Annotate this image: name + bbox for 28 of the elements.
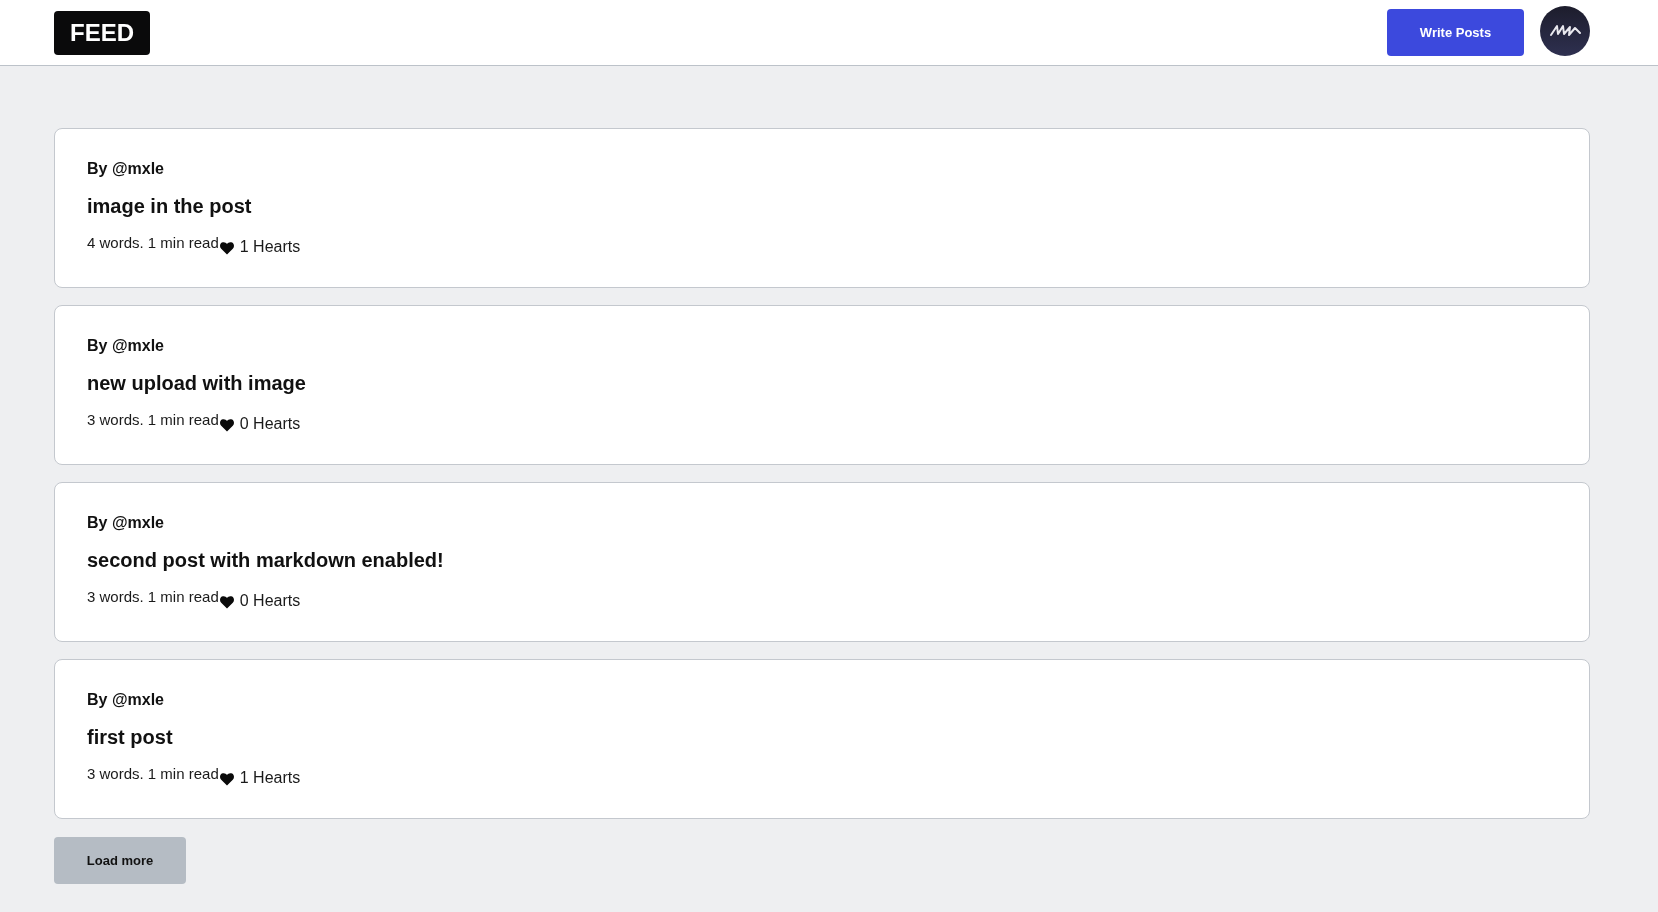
post-card[interactable]: By @mxle first post 3 words. 1 min read 1 Hearts — [54, 659, 1590, 819]
hearts-count: 1 Hearts — [239, 237, 301, 257]
load-more-button[interactable]: Load more — [54, 837, 186, 884]
post-author: By @mxle — [87, 336, 164, 356]
hearts-count: 1 Hearts — [239, 768, 301, 788]
avatar[interactable] — [1540, 6, 1590, 56]
hearts-count: 0 Hearts — [239, 591, 301, 611]
post-title: image in the post — [87, 194, 252, 218]
hearts-count: 0 Hearts — [239, 414, 301, 434]
post-author: By @mxle — [87, 159, 164, 179]
post-author: By @mxle — [87, 513, 164, 533]
post-card[interactable]: By @mxle new upload with image 3 words. 1 min read 0 Hearts — [54, 305, 1590, 465]
post-card[interactable]: By @mxle image in the post 4 words. 1 min read 1 Hearts — [54, 128, 1590, 288]
feed-logo[interactable]: FEED — [54, 10, 150, 55]
heart-icon — [219, 242, 234, 255]
heart-icon — [219, 596, 234, 609]
write-posts-button[interactable]: Write Posts — [1387, 9, 1524, 56]
post-author: By @mxle — [87, 690, 164, 710]
post-card[interactable]: By @mxle second post with markdown enabled! 3 words. 1 min read 0 Hearts — [54, 482, 1590, 642]
heart-icon — [219, 773, 234, 786]
post-reading-info: 4 words. 1 min read — [87, 233, 219, 253]
post-reading-info: 3 words. 1 min read — [87, 587, 219, 607]
post-title: first post — [87, 725, 173, 749]
post-reading-info: 3 words. 1 min read — [87, 410, 219, 430]
post-title: new upload with image — [87, 371, 306, 395]
post-reading-info: 3 words. 1 min read — [87, 764, 219, 784]
heart-icon — [219, 419, 234, 432]
post-title: second post with markdown enabled! — [87, 548, 444, 572]
